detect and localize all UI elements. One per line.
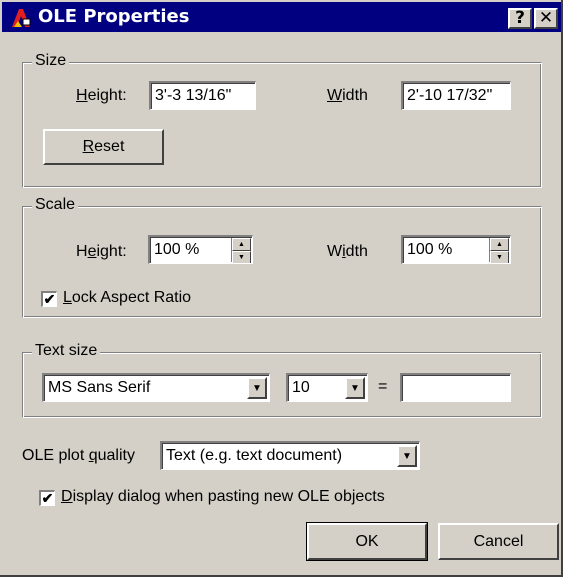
scale-width-value: 100 %: [407, 241, 453, 258]
ole-properties-dialog: OLE Properties ? ✕ Size Height: 3'-3 13/…: [0, 0, 563, 577]
scale-group-legend: Scale: [32, 196, 79, 214]
font-size-dropdown[interactable]: 10 ▼: [286, 373, 368, 402]
scale-height-value: 100 %: [154, 241, 200, 258]
scale-height-field[interactable]: 100 % ▲ ▼: [148, 235, 253, 264]
scale-height-label: Height:: [76, 243, 127, 260]
font-dropdown[interactable]: MS Sans Serif ▼: [42, 373, 270, 402]
title-bar[interactable]: OLE Properties ? ✕: [2, 2, 561, 32]
plot-quality-label: OLE plot quality: [22, 447, 135, 464]
plot-quality-value: Text (e.g. text document): [166, 447, 343, 464]
chevron-down-icon[interactable]: ▼: [397, 445, 417, 467]
window-title: OLE Properties: [38, 6, 190, 27]
chevron-down-icon[interactable]: ▼: [247, 377, 267, 399]
help-button[interactable]: ?: [508, 8, 532, 29]
size-height-field[interactable]: 3'-3 13/16": [149, 81, 256, 110]
spin-down-icon[interactable]: ▼: [232, 251, 251, 263]
spin-up-icon[interactable]: ▲: [490, 238, 509, 251]
text-size-group-legend: Text size: [32, 342, 101, 360]
size-group-legend: Size: [32, 52, 70, 70]
close-button[interactable]: ✕: [534, 8, 558, 29]
chevron-down-icon[interactable]: ▼: [345, 377, 365, 399]
plot-quality-dropdown[interactable]: Text (e.g. text document) ▼: [160, 441, 420, 470]
close-icon: ✕: [538, 8, 554, 28]
app-icon: [12, 9, 31, 27]
ok-button[interactable]: OK: [306, 522, 428, 561]
equals-label: =: [378, 378, 388, 395]
reset-button[interactable]: Reset: [43, 129, 164, 165]
display-dialog-checkbox[interactable]: ✔: [39, 490, 55, 506]
scale-width-field[interactable]: 100 % ▲ ▼: [401, 235, 511, 264]
size-width-label: Width: [327, 87, 368, 104]
font-size-value: 10: [292, 379, 310, 396]
custom-text-size-field[interactable]: [400, 373, 511, 402]
scale-width-label: Width: [327, 243, 368, 260]
size-width-field[interactable]: 2'-10 17/32": [401, 81, 511, 110]
spin-down-icon[interactable]: ▼: [490, 251, 509, 263]
scale-height-spinner[interactable]: ▲ ▼: [231, 238, 251, 263]
size-height-label: Height:: [76, 87, 127, 104]
spin-up-icon[interactable]: ▲: [232, 238, 251, 251]
font-dropdown-value: MS Sans Serif: [48, 379, 151, 396]
scale-width-spinner[interactable]: ▲ ▼: [489, 238, 509, 263]
lock-aspect-checkbox[interactable]: ✔: [41, 291, 57, 307]
cancel-button[interactable]: Cancel: [438, 523, 559, 560]
display-dialog-label[interactable]: Display dialog when pasting new OLE obje…: [61, 487, 385, 507]
lock-aspect-label[interactable]: Lock Aspect Ratio: [63, 288, 191, 308]
